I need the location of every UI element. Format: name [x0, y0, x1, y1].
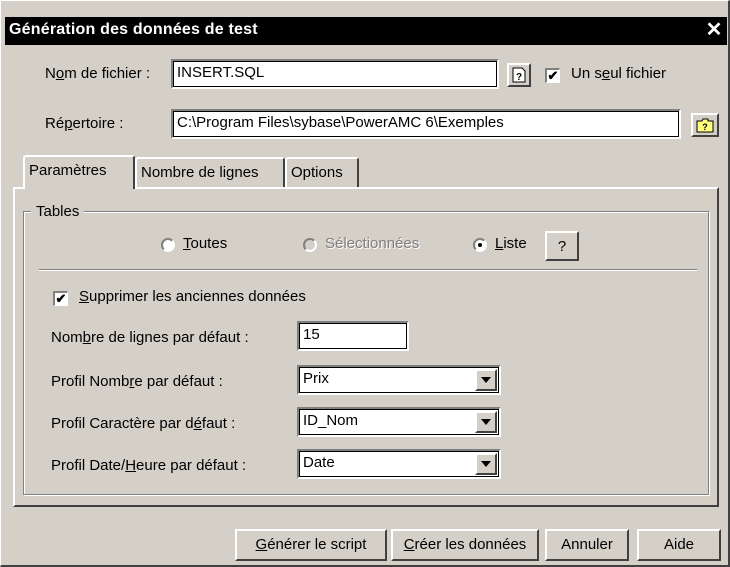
char-profile-select[interactable]: ID_Nom [297, 407, 501, 437]
tables-help-button[interactable]: ? [545, 231, 579, 261]
svg-text:?: ? [516, 72, 522, 83]
chevron-down-icon[interactable] [475, 411, 497, 433]
delete-old-data-label: Supprimer les anciennes données [79, 288, 306, 305]
browse-directory-button[interactable]: ? [691, 113, 719, 137]
single-file-label: Un seul fichier [571, 65, 667, 82]
number-profile-value: Prix [303, 370, 329, 387]
file-name-label: Nom de fichier : [45, 65, 151, 82]
char-profile-label: Profil Caractère par défaut : [51, 415, 236, 432]
tab-options[interactable]: Options [285, 157, 359, 187]
directory-label: Répertoire : [45, 115, 124, 132]
generate-test-data-dialog: Génération des données de test ✕ Nom de … [0, 0, 730, 567]
radio-toutes-label: Toutes [183, 235, 228, 252]
default-rows-label: Nombre de lignes par défaut : [51, 329, 249, 346]
number-profile-label: Profil Nombre par défaut : [51, 373, 223, 390]
file-name-input[interactable]: INSERT.SQL [171, 59, 499, 89]
chevron-down-icon[interactable] [475, 369, 497, 391]
create-data-button[interactable]: Créer les données [391, 529, 539, 561]
radio-selectionnees[interactable] [303, 238, 317, 252]
single-file-checkbox[interactable]: ✔ [545, 68, 560, 83]
default-rows-input[interactable]: 15 [297, 321, 409, 351]
number-profile-select[interactable]: Prix [297, 365, 501, 395]
tab-parametres[interactable]: Paramètres [23, 155, 135, 189]
help-file-button[interactable]: ? [507, 63, 531, 87]
help-button[interactable]: Aide [637, 529, 721, 561]
radio-selectionnees-label: Sélectionnées [325, 235, 420, 252]
radio-liste-label: Liste [495, 235, 527, 252]
close-icon[interactable]: ✕ [703, 20, 725, 42]
help-file-icon: ? [512, 67, 526, 83]
char-profile-value: ID_Nom [303, 412, 359, 429]
directory-input[interactable]: C:\Program Files\sybase\PowerAMC 6\Exemp… [171, 109, 681, 139]
date-profile-label: Profil Date/Heure par défaut : [51, 457, 247, 474]
title-bar[interactable]: Génération des données de test ✕ [5, 17, 727, 45]
svg-text:?: ? [702, 122, 708, 132]
radio-liste[interactable] [473, 238, 487, 252]
group-separator [39, 269, 697, 271]
delete-old-data-checkbox[interactable]: ✔ [53, 291, 68, 306]
folder-browse-icon: ? [696, 118, 714, 133]
date-profile-value: Date [303, 454, 335, 471]
cancel-button[interactable]: Annuler [545, 529, 629, 561]
radio-toutes[interactable] [161, 238, 175, 252]
generate-script-button[interactable]: Générer le script [235, 529, 387, 561]
chevron-down-icon[interactable] [475, 453, 497, 475]
tab-nombre-de-lignes[interactable]: Nombre de lignes [135, 157, 285, 187]
window-title: Génération des données de test [9, 21, 258, 38]
date-profile-select[interactable]: Date [297, 449, 501, 479]
tables-group-legend: Tables [31, 203, 85, 220]
